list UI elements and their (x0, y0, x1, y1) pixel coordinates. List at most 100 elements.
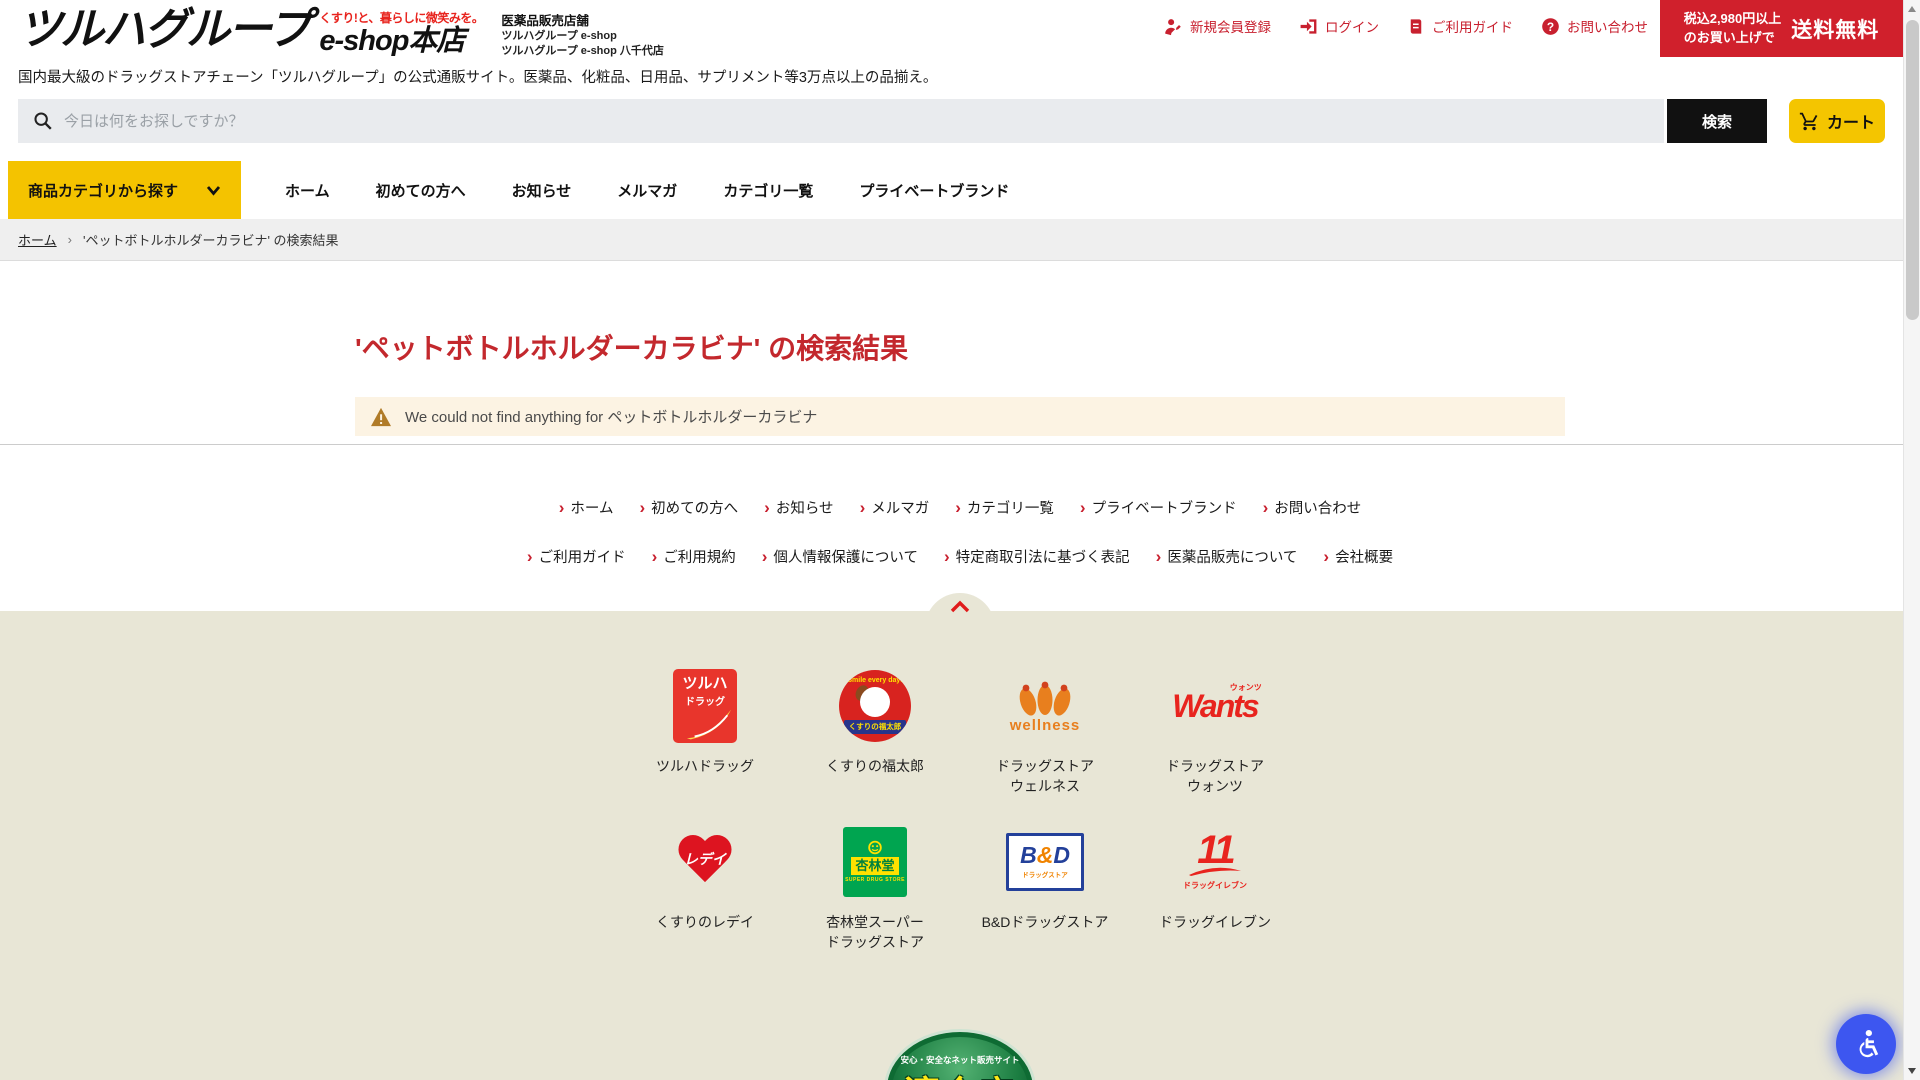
no-results-message: We could not find anything for ペットボトルホルダ… (355, 397, 1565, 436)
store-bd-drug[interactable]: B&D ドラッグストア B&Dドラッグストア (960, 819, 1130, 953)
store-fukutaro[interactable]: Smile every day! くすりの福太郎 くすりの福太郎 (790, 663, 960, 797)
search-input[interactable] (18, 99, 1664, 143)
footer-link-guide[interactable]: ご利用ガイド (527, 546, 626, 567)
logo-text: 11 (1197, 833, 1233, 867)
chevron-right-icon (762, 548, 768, 566)
store-label-line: くすりのレデイ (620, 912, 790, 932)
contact-link[interactable]: ? お問い合わせ (1541, 16, 1648, 36)
swoosh-icon (685, 707, 735, 741)
brand-name: ツルハグループ (18, 6, 309, 58)
store-label: くすりの福太郎 (790, 756, 960, 776)
store-label: B&Dドラッグストア (960, 912, 1130, 932)
scrollbar-thumb[interactable] (1906, 20, 1919, 320)
badge-title: 適合店 (887, 1066, 1033, 1080)
chevron-right-icon (1080, 499, 1086, 517)
store-wants[interactable]: ウォンツ Wants ドラッグストア ウォンツ (1130, 663, 1300, 797)
logo-middle: くすり!と、暮らしに微笑みを。 e-shop本店 (319, 9, 483, 58)
footer-link-privacy[interactable]: 個人情報保護について (762, 546, 918, 567)
nav-item-news[interactable]: お知らせ (512, 180, 572, 201)
footer-link-label: 特定商取引法に基づく表記 (956, 546, 1130, 567)
nav-item-categories[interactable]: カテゴリ一覧 (723, 180, 813, 201)
footer-link-label: メルマガ (871, 497, 929, 518)
svg-text:?: ? (1547, 19, 1554, 33)
contact-link-label: お問い合わせ (1567, 16, 1648, 36)
store-label-line: ドラッグイレブン (1130, 912, 1300, 932)
store-info-line: ツルハグループ e-shop 八千代店 (501, 44, 664, 58)
cart-button-label: カート (1827, 109, 1875, 133)
guide-book-icon (1407, 17, 1425, 36)
footer-link-contact[interactable]: お問い合わせ (1263, 497, 1362, 518)
store-label-line: ドラッグストア (1130, 756, 1300, 776)
logo-text: ウォンツ (1230, 682, 1262, 693)
store-tsuruha-drug[interactable]: ツルハ ドラッグ ツルハドラッグ (620, 663, 790, 797)
chevron-down-icon (206, 185, 221, 196)
footer-link-mailmag[interactable]: メルマガ (860, 497, 930, 518)
header: ツルハグループ くすり!と、暮らしに微笑みを。 e-shop本店 医薬品販売店舗… (0, 0, 1920, 58)
search-icon (32, 110, 54, 137)
store-ledei[interactable]: レデイ くすりのレデイ (620, 819, 790, 953)
footer-link-drug-sales[interactable]: 医薬品販売について (1156, 546, 1298, 567)
footer-link-firsttime[interactable]: 初めての方へ (640, 497, 739, 518)
guide-link[interactable]: ご利用ガイド (1407, 16, 1513, 36)
logo-text: ツルハ (673, 676, 737, 693)
wellness-mark (1014, 679, 1076, 719)
nav-item-firsttime[interactable]: 初めての方へ (376, 180, 466, 201)
scrollbar-up-arrow[interactable] (1908, 6, 1916, 12)
bd-logo: B&D ドラッグストア (960, 819, 1130, 905)
store-label: 杏林堂スーパー ドラッグストア (790, 912, 960, 953)
register-link-label: 新規会員登録 (1190, 16, 1271, 36)
footer-link-commerce-law[interactable]: 特定商取引法に基づく表記 (944, 546, 1130, 567)
site-logo[interactable]: ツルハグループ くすり!と、暮らしに微笑みを。 e-shop本店 医薬品販売店舗… (18, 6, 664, 58)
store-drug-eleven[interactable]: 11 ドラッグイレブン ドラッグイレブン (1130, 819, 1300, 953)
logo-text: くすりの福太郎 (844, 720, 906, 734)
footer-link-company[interactable]: 会社概要 (1323, 546, 1393, 567)
chevron-right-icon (527, 548, 533, 566)
logo-text: SUPER DRUG STORE (845, 877, 905, 883)
footer-link-terms[interactable]: ご利用規約 (652, 546, 736, 567)
footer-link-label: 医薬品販売について (1167, 546, 1297, 567)
nav-item-privatebrand[interactable]: プライベートブランド (859, 180, 1009, 201)
wheelchair-icon (1849, 1027, 1883, 1061)
logo-tagline: くすり!と、暮らしに微笑みを。 (319, 9, 483, 26)
main-nav: 商品カテゴリから探す ホーム 初めての方へ お知らせ メルマガ カテゴリ一覧 プ… (0, 161, 1920, 219)
logo-text: Smile every day! (839, 677, 911, 684)
store-label-line: ドラッグストア (790, 932, 960, 952)
nav-item-home[interactable]: ホーム (285, 180, 330, 201)
logo-text: & (1037, 842, 1054, 868)
store-label-line: B&Dドラッグストア (960, 912, 1130, 932)
breadcrumb-home-link[interactable]: ホーム (18, 230, 57, 249)
logo-text: ドラッグ (673, 693, 737, 708)
footer-link-home[interactable]: ホーム (559, 497, 614, 518)
store-label-line: ドラッグストア (960, 756, 1130, 776)
ledei-heart-logo: レデイ (620, 819, 790, 905)
chevron-right-icon (1156, 548, 1162, 566)
store-label: くすりのレデイ (620, 912, 790, 932)
search-button[interactable]: 検索 (1667, 99, 1767, 143)
accessibility-button[interactable] (1836, 1014, 1896, 1074)
store-label: ドラッグイレブン (1130, 912, 1300, 932)
page-title: 'ペットボトルホルダーカラビナ' の検索結果 (355, 327, 1565, 367)
store-label-line: ツルハドラッグ (620, 756, 790, 776)
breadcrumb-separator: › (68, 232, 72, 247)
footer-link-privatebrand[interactable]: プライベートブランド (1080, 497, 1237, 518)
scroll-to-top-button[interactable] (925, 593, 995, 629)
footer-link-categories[interactable]: カテゴリ一覧 (955, 497, 1054, 518)
logo-text: D (1053, 842, 1070, 868)
chevron-right-icon (764, 499, 770, 517)
login-link-label: ログイン (1325, 16, 1379, 36)
footer-link-news[interactable]: お知らせ (764, 497, 833, 518)
shipping-condition: 税込2,980円以上 のお買い上げで (1684, 10, 1782, 46)
register-link[interactable]: 新規会員登録 (1164, 16, 1271, 36)
breadcrumb-current: 'ペットボトルホルダーカラビナ' の検索結果 (83, 230, 339, 249)
cart-button[interactable]: カート (1789, 99, 1885, 143)
store-kyorindo[interactable]: 杏林堂 SUPER DRUG STORE 杏林堂スーパー ドラッグストア (790, 819, 960, 953)
login-link[interactable]: ログイン (1299, 16, 1379, 36)
store-wellness[interactable]: wellness ドラッグストア ウェルネス (960, 663, 1130, 797)
scrollbar-down-arrow[interactable] (1908, 1068, 1916, 1074)
logo-text: レデイ (676, 849, 734, 869)
scrollbar[interactable] (1903, 0, 1920, 1080)
certified-shop-badge: 安心・安全なネット販売サイト 適合店 (884, 1029, 1036, 1080)
nav-item-mailmag[interactable]: メルマガ (617, 180, 677, 201)
category-menu-button[interactable]: 商品カテゴリから探す (8, 161, 241, 219)
logo-text: ドラッグストア (1022, 869, 1068, 879)
